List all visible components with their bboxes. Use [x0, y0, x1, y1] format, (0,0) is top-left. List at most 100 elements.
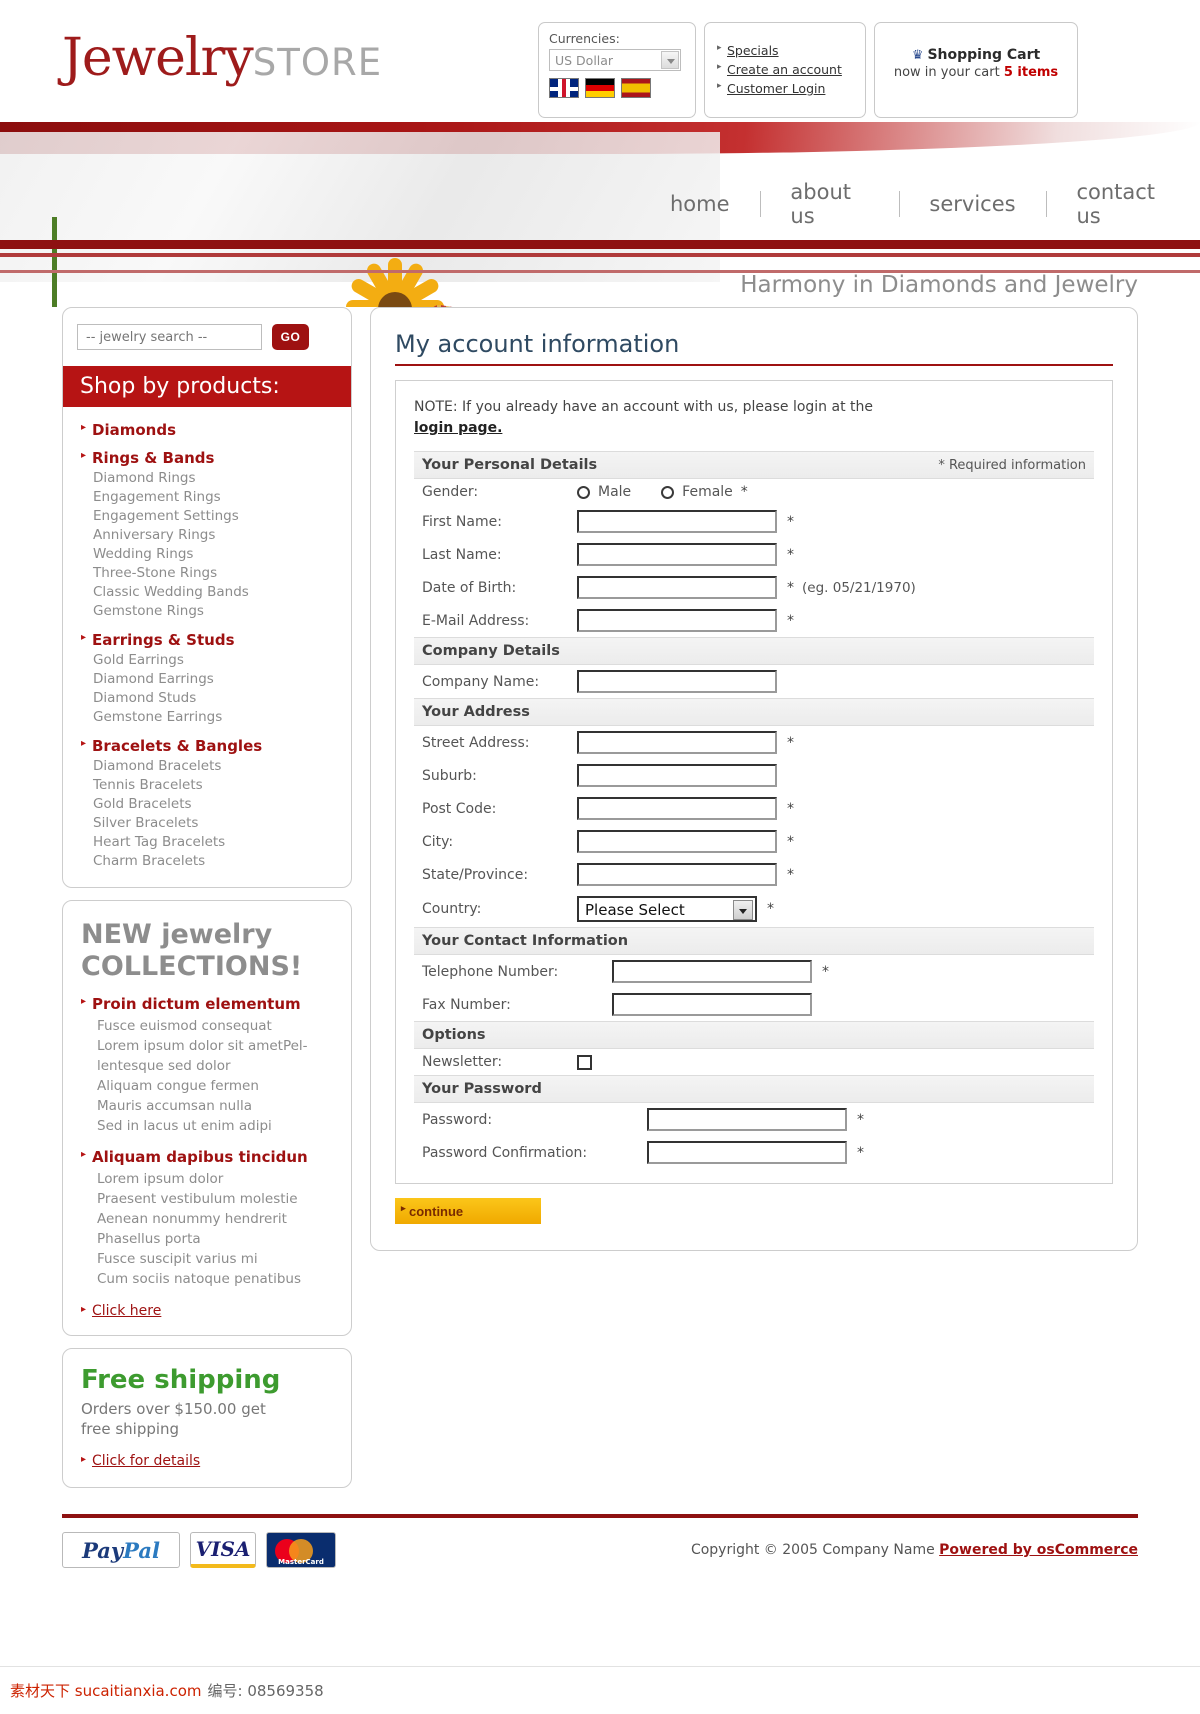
- telephone-input[interactable]: [612, 960, 812, 983]
- banner-tagline: Harmony in Diamonds and Jewelry: [740, 272, 1138, 298]
- nav-item-about-us[interactable]: about us: [760, 180, 898, 228]
- newsletter-checkbox[interactable]: [577, 1054, 592, 1070]
- shopping-cart-box[interactable]: ♛ Shopping Cart now in your cart 5 items: [874, 22, 1078, 118]
- uk-flag-icon[interactable]: [549, 78, 579, 98]
- sidebar-item-bracelets-bangles[interactable]: Bracelets & Bangles: [81, 737, 333, 755]
- free-shipping-line1: Orders over $150.00 get: [81, 1400, 266, 1418]
- nav-item-contact-us[interactable]: contact us: [1046, 180, 1200, 228]
- list-item[interactable]: Diamond Bracelets: [81, 757, 333, 776]
- street-address-input[interactable]: [577, 731, 777, 754]
- section-company-details: Company Details: [414, 637, 1094, 665]
- list-item: Mauris accumsan nulla: [97, 1098, 252, 1114]
- list-item[interactable]: Engagement Settings: [81, 507, 333, 526]
- nav-item-services[interactable]: services: [899, 192, 1045, 216]
- shipping-details-link[interactable]: Click for details: [81, 1453, 200, 1469]
- gender-label: Gender:: [422, 484, 479, 500]
- sidebar-item-diamonds[interactable]: Diamonds: [81, 421, 333, 439]
- suburb-input[interactable]: [577, 764, 777, 787]
- gender-male-radio[interactable]: [577, 485, 590, 499]
- list-item[interactable]: Engagement Rings: [81, 488, 333, 507]
- powered-by-link[interactable]: Powered by osCommerce: [939, 1542, 1138, 1558]
- fax-label: Fax Number:: [422, 996, 511, 1013]
- dob-format-hint: (eg. 05/21/1970): [802, 579, 916, 596]
- list-item[interactable]: Gemstone Earrings: [81, 708, 333, 727]
- copyright-text: Copyright © 2005 Company Name Powered by…: [691, 1542, 1138, 1558]
- collections-click-here-link[interactable]: Click here: [81, 1303, 161, 1319]
- password-input[interactable]: [647, 1108, 847, 1131]
- list-item[interactable]: Gold Earrings: [81, 651, 333, 670]
- list-item[interactable]: Tennis Bracelets: [81, 776, 333, 795]
- link-customer-login[interactable]: Customer Login: [727, 81, 825, 96]
- search-input[interactable]: [77, 324, 262, 350]
- list-item[interactable]: Gold Bracelets: [81, 795, 333, 814]
- link-create-account[interactable]: Create an account: [727, 62, 842, 77]
- free-shipping-line2: free shipping: [81, 1420, 180, 1438]
- mastercard-label: MasterCard: [278, 1558, 324, 1566]
- section-title: Options: [422, 1027, 486, 1043]
- spain-flag-icon[interactable]: [621, 78, 651, 98]
- section-options: Options: [414, 1021, 1094, 1049]
- country-selected-value: Please Select: [585, 901, 685, 919]
- list-item[interactable]: Diamond Rings: [81, 469, 333, 488]
- list-item[interactable]: Classic Wedding Bands: [81, 583, 333, 602]
- first-name-input[interactable]: [577, 510, 777, 533]
- fax-input[interactable]: [612, 993, 812, 1016]
- list-item: Aenean nonummy hendrerit: [97, 1211, 287, 1227]
- password-label: Password:: [422, 1111, 493, 1128]
- continue-button[interactable]: continue: [395, 1198, 541, 1224]
- field-row-company-name: Company Name:: [414, 665, 1094, 698]
- field-row-city: City: *: [414, 825, 1094, 858]
- dob-input[interactable]: [577, 576, 777, 599]
- list-item: Sed in lacus ut enim adipi: [97, 1118, 272, 1134]
- state-province-input[interactable]: [577, 863, 777, 886]
- list-item[interactable]: Diamond Studs: [81, 689, 333, 708]
- required-marker: *: [822, 963, 829, 980]
- list-item: Fusce euismod consequat: [97, 1018, 272, 1034]
- last-name-input[interactable]: [577, 543, 777, 566]
- list-item: Phasellus porta: [97, 1231, 201, 1247]
- section-your-address: Your Address: [414, 698, 1094, 726]
- link-specials[interactable]: Specials: [727, 43, 779, 58]
- password-confirmation-input[interactable]: [647, 1141, 847, 1164]
- field-row-newsletter: Newsletter:: [414, 1049, 1094, 1075]
- sidebar-item-earrings-studs[interactable]: Earrings & Studs: [81, 631, 333, 649]
- field-row-street: Street Address: *: [414, 726, 1094, 759]
- required-marker: *: [857, 1111, 864, 1128]
- list-item[interactable]: Three-Stone Rings: [81, 564, 333, 583]
- list-item[interactable]: Wedding Rings: [81, 545, 333, 564]
- language-flags: [549, 78, 685, 98]
- required-marker: *: [787, 800, 794, 817]
- search-go-button[interactable]: GO: [272, 324, 309, 350]
- site-footer: Pay Pal VISA MasterCard Copyright © 2005 …: [0, 1514, 1200, 1578]
- list-item[interactable]: Silver Bracelets: [81, 814, 333, 833]
- gender-female-radio[interactable]: [661, 485, 675, 499]
- country-select[interactable]: Please Select: [577, 896, 757, 922]
- collection-group-title[interactable]: Proin dictum elementum: [81, 995, 333, 1013]
- email-input[interactable]: [577, 609, 777, 632]
- header-links-box: Specials Create an account Customer Logi…: [704, 22, 866, 118]
- city-input[interactable]: [577, 830, 777, 853]
- post-code-input[interactable]: [577, 797, 777, 820]
- list-item[interactable]: Diamond Earrings: [81, 670, 333, 689]
- collection-group-title[interactable]: Aliquam dapibus tincidun: [81, 1148, 333, 1166]
- cart-prefix-text: now in your cart: [893, 65, 1004, 80]
- germany-flag-icon[interactable]: [585, 78, 615, 98]
- login-page-link[interactable]: login page.: [414, 420, 502, 436]
- city-label: City:: [422, 833, 454, 850]
- gender-female-label: Female: [682, 484, 733, 500]
- banner-band-primary: [0, 240, 1200, 249]
- sidebar-item-rings-bands[interactable]: Rings & Bands: [81, 449, 333, 467]
- list-item[interactable]: Heart Tag Bracelets: [81, 833, 333, 852]
- search-box: GO: [63, 308, 351, 366]
- page-content: GO Shop by products: Diamonds Rings & Ba…: [0, 307, 1200, 1500]
- page-root: JewelrySTORE Currencies: US Dollar Speci…: [0, 0, 1200, 1714]
- state-province-label: State/Province:: [422, 866, 529, 883]
- list-item[interactable]: Anniversary Rings: [81, 526, 333, 545]
- nav-item-home[interactable]: home: [640, 192, 760, 216]
- company-name-input[interactable]: [577, 670, 777, 693]
- site-logo[interactable]: JewelrySTORE: [62, 28, 382, 88]
- list-item[interactable]: Charm Bracelets: [81, 852, 333, 871]
- list-item[interactable]: Gemstone Rings: [81, 602, 333, 621]
- currency-select[interactable]: US Dollar: [549, 49, 681, 71]
- field-row-country: Country: Please Select *: [414, 891, 1094, 927]
